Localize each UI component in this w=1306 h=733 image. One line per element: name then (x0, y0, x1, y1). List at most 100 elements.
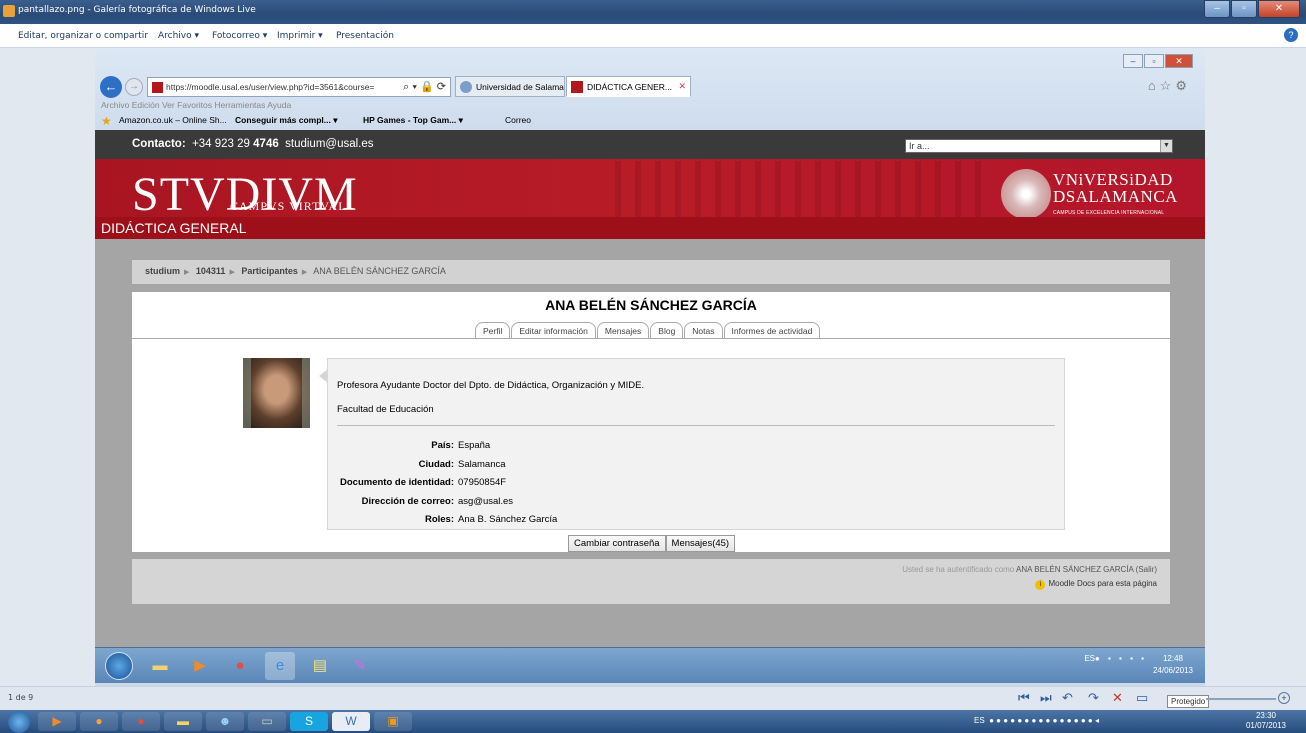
media-player-icon[interactable]: ▶ (185, 652, 215, 680)
users-icon[interactable]: ☻ (206, 712, 244, 731)
profile-description: Profesora Ayudante Doctor del Dpto. de D… (337, 380, 645, 391)
goto-select[interactable]: Ir a... ▼ (905, 139, 1173, 153)
browser-maximize-button[interactable]: ▫ (1144, 54, 1164, 68)
breadcrumb-participants[interactable]: Participantes (241, 266, 298, 276)
logout-link[interactable]: (Salir) (1136, 565, 1157, 574)
site-favicon-icon (571, 81, 583, 93)
tab-messages[interactable]: Mensajes (596, 322, 650, 339)
zoom-slider[interactable] (1206, 698, 1276, 700)
moodle-docs-link[interactable]: i Moodle Docs para esta página (1035, 579, 1157, 590)
login-info: Usted se ha autentificado como ANA BELÉN… (902, 565, 1157, 574)
info-divider (337, 425, 1055, 426)
site-banner: STVDIVM CAMPVS VIRTVAL VNiVERSiDAD DSALA… (95, 159, 1205, 239)
university-crest-icon (1001, 169, 1051, 219)
maximize-button[interactable]: ▫ (1231, 0, 1257, 18)
chrome-icon[interactable]: ● (225, 652, 255, 680)
course-band: DIDÁCTICA GENERAL (95, 217, 1205, 239)
rotate-left-icon[interactable]: ↶ (1062, 690, 1073, 706)
paint-icon[interactable]: ✎ (345, 652, 375, 680)
skype-icon[interactable]: S (290, 712, 328, 731)
close-tab-icon[interactable]: ✕ (678, 81, 686, 92)
field-value: Salamanca (458, 458, 506, 470)
inner-taskbar: ▬ ▶ ● e ▤ ✎ ES ● ▪ ▪ ▪ ▪ 12:48 24/06/201… (95, 647, 1205, 683)
web-page: Contacto: +34 923 29 4746 studium@usal.e… (95, 130, 1205, 647)
inner-clock[interactable]: 12:48 24/06/2013 (1153, 653, 1193, 677)
profile-actions: Cambiar contraseña Mensajes(45) (568, 535, 736, 552)
field-label: País: (431, 440, 454, 451)
tab-profile[interactable]: Perfil (475, 322, 511, 339)
tab-edit-info[interactable]: Editar información (511, 322, 596, 339)
chrome-icon[interactable]: ● (122, 712, 160, 731)
inner-lang[interactable]: ES (1084, 654, 1095, 663)
zoom-in-icon[interactable]: + (1278, 692, 1290, 704)
field-value: España (458, 440, 491, 451)
next-icon[interactable]: ⏭ (1040, 690, 1052, 706)
university-name: VNiVERSiDAD DSALAMANCA (1053, 170, 1178, 206)
field-value: Ana B. Sánchez García (458, 514, 558, 526)
tab-blog[interactable]: Blog (650, 322, 684, 339)
address-bar[interactable]: https://moodle.usal.es/user/view.php?id=… (147, 77, 451, 97)
logo-subtitle: CAMPVS VIRTVAL (230, 199, 347, 213)
viewer-menu-bar: Editar, organizar o compartir Archivo ▾ … (0, 24, 1306, 48)
forward-arrow-icon[interactable]: → (125, 78, 143, 96)
notepad-icon[interactable]: ▤ (305, 652, 335, 680)
ie-toolbar-icons[interactable]: ⌂☆⚙ (1148, 78, 1191, 94)
email-link[interactable]: asg@usal.es (458, 493, 513, 512)
outer-clock[interactable]: 23:30 01/07/2013 (1246, 711, 1286, 731)
favorites-star-icon[interactable]: ★ (101, 114, 112, 128)
tab-activity-reports[interactable]: Informes de actividad (723, 322, 821, 339)
change-password-button[interactable]: Cambiar contraseña (568, 535, 666, 552)
field-label: Roles: (424, 514, 454, 526)
minimize-button[interactable]: – (1204, 0, 1230, 18)
word-icon[interactable]: W (332, 712, 370, 731)
viewer-title-bar: pantallazo.png - Galería fotográfica de … (0, 0, 1306, 24)
media-player-icon[interactable]: ▶ (38, 712, 76, 731)
browser-minimize-button[interactable]: – (1123, 54, 1143, 68)
help-icon[interactable]: ? (1284, 28, 1298, 42)
folder-icon[interactable]: ▬ (145, 652, 175, 680)
outer-taskbar: ▶ ● ● ▬ ☻ ▭ S W ▣ ES ● ● ● ● ● ● ● ● ● ●… (0, 710, 1306, 733)
ie-icon[interactable]: e (265, 652, 295, 680)
avatar (243, 358, 310, 428)
tab-notes[interactable]: Notas (684, 322, 723, 339)
browser-menu-bar[interactable]: Archivo Edición Ver Favoritos Herramient… (101, 100, 291, 110)
slideshow-icon[interactable]: ▭ (1136, 690, 1148, 706)
menu-slideshow[interactable]: Presentación (336, 31, 394, 41)
previous-icon[interactable]: ⏮ (1018, 690, 1030, 706)
close-button[interactable]: ✕ (1258, 0, 1300, 18)
messages-button[interactable]: Mensajes(45) (665, 535, 736, 552)
folder-icon[interactable]: ▬ (164, 712, 202, 731)
page-footer: Usted se ha autentificado como ANA BELÉN… (132, 559, 1170, 604)
inner-tray-icons[interactable]: ● ▪ ▪ ▪ ▪ (1095, 654, 1147, 663)
displayed-screenshot: – ▫ ✕ ← → https://moodle.usal.es/user/vi… (95, 48, 1205, 686)
fav-amazon[interactable]: Amazon.co.uk – Online Sh... (119, 115, 227, 125)
photo-gallery-icon[interactable]: ▣ (374, 712, 412, 731)
browser-close-button[interactable]: ✕ (1165, 54, 1193, 68)
start-orb-icon[interactable] (105, 652, 133, 680)
menu-file[interactable]: Archivo ▾ (158, 31, 199, 41)
fav-get-more[interactable]: Conseguir más compl... ▾ (235, 115, 338, 126)
menu-photomail[interactable]: Fotocorreo ▾ (212, 31, 267, 41)
menu-edit-organize[interactable]: Editar, organizar o compartir (18, 31, 148, 41)
fav-mail[interactable]: Correo (505, 115, 531, 125)
breadcrumb-course[interactable]: 104311 (196, 266, 226, 276)
breadcrumb-current: ANA BELÉN SÁNCHEZ GARCÍA (313, 266, 446, 276)
tab-universidad[interactable]: Universidad de Salama... (455, 76, 565, 97)
menu-print[interactable]: Imprimir ▾ (277, 31, 323, 41)
address-controls[interactable]: ⌕ ▾ 🔒 ⟳ (403, 80, 446, 94)
start-orb-icon[interactable] (8, 711, 30, 733)
profile-tabs: Perfil Editar información Mensajes Blog … (475, 322, 821, 339)
browser-chrome: – ▫ ✕ ← → https://moodle.usal.es/user/vi… (95, 48, 1205, 130)
logged-user-link[interactable]: ANA BELÉN SÁNCHEZ GARCÍA (1016, 565, 1133, 574)
outer-tray[interactable]: ES ● ● ● ● ● ● ● ● ● ● ● ● ● ● ● ◂ (974, 716, 1099, 725)
breadcrumb-studium[interactable]: studium (145, 266, 180, 276)
window-icon[interactable]: ▭ (248, 712, 286, 731)
fav-hp-games[interactable]: HP Games - Top Gam... ▾ (363, 115, 463, 126)
tab-didactica[interactable]: DIDÁCTICA GENER... ✕ (566, 76, 691, 97)
rotate-right-icon[interactable]: ↷ (1088, 690, 1099, 706)
delete-icon[interactable]: ✕ (1112, 690, 1123, 706)
field-label: Documento de identidad: (340, 477, 454, 489)
firefox-icon[interactable]: ● (80, 712, 118, 731)
contact-email-link[interactable]: studium@usal.es (285, 138, 373, 150)
back-arrow-icon[interactable]: ← (100, 76, 122, 98)
